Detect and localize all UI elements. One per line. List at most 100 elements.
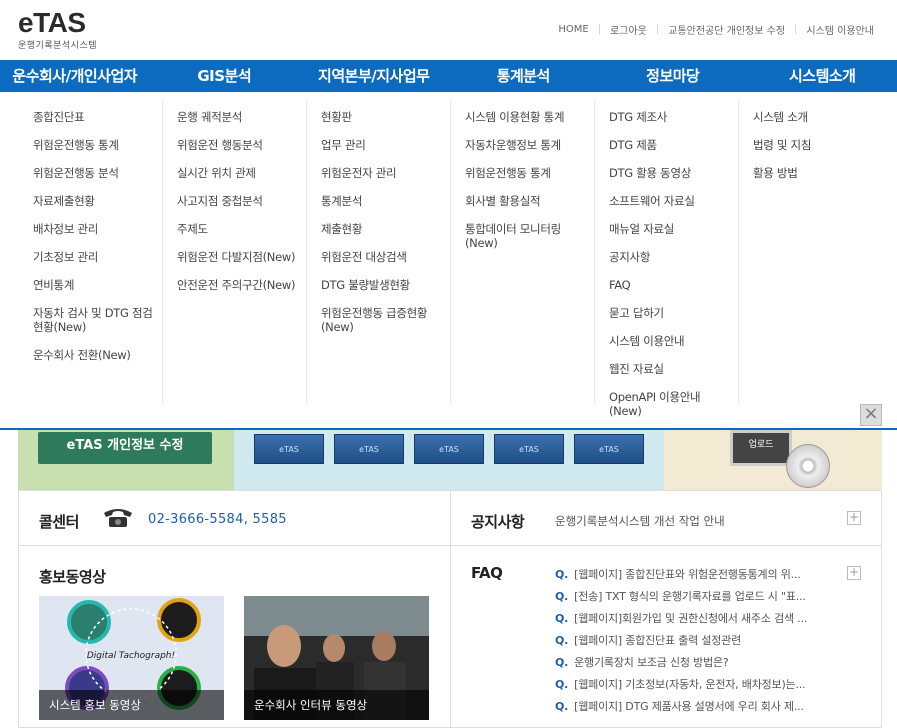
column-divider [594, 102, 595, 402]
menu-item[interactable]: 사고지점 중첩분석 [177, 194, 321, 208]
menu-item[interactable]: 위험운전 다발지점(New) [177, 250, 321, 264]
edit-profile-link[interactable]: 교통안전공단 개인정보 수정 [659, 22, 794, 37]
menu-item[interactable]: 제출현황 [321, 222, 465, 236]
video-thumbnail[interactable]: Digital Tachograph! 시스템 홍보 동영상 [39, 596, 224, 720]
nav-gis-analysis[interactable]: GIS분석 [150, 60, 300, 92]
menu-item[interactable]: 시스템 이용현황 통계 [465, 110, 609, 124]
nav-transport-company[interactable]: 운수회사/개인사업자 [0, 60, 150, 92]
promo-title: 홍보동영상 [39, 568, 106, 586]
column-divider [306, 102, 307, 402]
menu-item[interactable]: FAQ [609, 278, 753, 292]
edit-personal-info-button[interactable]: eTAS 개인정보 수정 [38, 432, 212, 464]
faq-title: FAQ [471, 564, 503, 582]
faq-item[interactable]: Q. [웹페이지] 종합진단표 출력 설정관련 [555, 634, 845, 648]
menu-item[interactable]: 회사별 활용실적 [465, 194, 609, 208]
cd-icon [786, 444, 830, 488]
menu-item[interactable]: 시스템 이용안내 [609, 334, 753, 348]
system-guide-link[interactable]: 시스템 이용안내 [797, 22, 883, 37]
q-icon: Q. [555, 612, 569, 625]
menu-item[interactable]: 묻고 답하기 [609, 306, 753, 320]
faq-item[interactable]: Q. [웹페이지] 종합진단표와 위험운전행동통계의 위... [555, 568, 845, 582]
menu-item[interactable]: 실시간 위치 관제 [177, 166, 321, 180]
menu-item[interactable]: 공지사항 [609, 250, 753, 264]
menu-item[interactable]: 법령 및 지침 [753, 138, 897, 152]
menu-item[interactable]: 현황판 [321, 110, 465, 124]
menu-item[interactable]: 매뉴얼 자료실 [609, 222, 753, 236]
faq-item[interactable]: Q. [웹페이지] DTG 제품사용 설명서에 우리 회사 제... [555, 700, 845, 714]
faq-item[interactable]: Q. [전송] TXT 형식의 운행기록자료를 업로드 시 "표... [555, 590, 845, 604]
menu-column-5: DTG 제조사 DTG 제품 DTG 활용 동영상 소프트웨어 자료실 매뉴얼 … [609, 110, 753, 432]
menu-item[interactable]: 운행 궤적분석 [177, 110, 321, 124]
plus-icon: + [848, 510, 860, 524]
q-icon: Q. [555, 568, 569, 581]
menu-item[interactable]: 자동차 검사 및 DTG 점검현황(New) [33, 306, 158, 334]
faq-more-button[interactable]: + [847, 566, 861, 580]
menu-item[interactable]: 위험운전행동 급증현황(New) [321, 306, 446, 334]
notice-more-button[interactable]: + [847, 511, 861, 525]
menu-column-1: 종합진단표 위험운전행동 통계 위험운전행동 분석 자료제출현황 배차정보 관리… [33, 110, 177, 376]
menu-item[interactable]: 위험운전 대상검색 [321, 250, 465, 264]
menu-item[interactable]: 종합진단표 [33, 110, 177, 124]
banner: eTAS 개인정보 수정 eTAS eTAS eTAS eTAS eTAS 업로… [18, 430, 882, 490]
nav-statistics[interactable]: 통계분석 [449, 60, 599, 92]
monitor-icon: 업로드 [730, 430, 792, 466]
logo[interactable]: eTAS 운행기록분석시스템 [18, 8, 98, 52]
banner-right[interactable]: 업로드 [664, 430, 882, 490]
menu-column-6: 시스템 소개 법령 및 지침 활용 방법 [753, 110, 897, 194]
etas-tile: eTAS [574, 434, 644, 464]
home-link[interactable]: HOME [549, 24, 597, 35]
menu-item[interactable]: 통계분석 [321, 194, 465, 208]
menu-item[interactable]: 운수회사 전환(New) [33, 348, 177, 362]
faq-list: Q. [웹페이지] 종합진단표와 위험운전행동통계의 위... Q. [전송] TX… [555, 568, 845, 722]
menu-item[interactable]: DTG 활용 동영상 [609, 166, 753, 180]
nav-system-intro[interactable]: 시스템소개 [748, 60, 897, 92]
notice-title: 공지사항 [471, 513, 525, 531]
menu-item[interactable]: 자료제출현황 [33, 194, 177, 208]
menu-item[interactable]: 위험운전행동 분석 [33, 166, 177, 180]
menu-item[interactable]: 안전운전 주의구간(New) [177, 278, 321, 292]
menu-column-2: 운행 궤적분석 위험운전 행동분석 실시간 위치 관제 사고지점 중첩분석 주제… [177, 110, 321, 306]
faq-item[interactable]: Q. [웹페이지] 기초정보(자동차, 운전자, 배차정보)는... [555, 678, 845, 692]
q-icon: Q. [555, 656, 569, 669]
faq-item[interactable]: Q. [웹페이지]회원가입 및 권한신청에서 새주소 검색 ... [555, 612, 845, 626]
menu-item[interactable]: 통합데이터 모니터링(New) [465, 222, 575, 250]
menu-item[interactable]: 위험운전행동 통계 [33, 138, 177, 152]
menu-item[interactable]: 업무 관리 [321, 138, 465, 152]
logo-subtitle: 운행기록분석시스템 [18, 41, 98, 51]
etas-tile: eTAS [334, 434, 404, 464]
menu-item[interactable]: 기초정보 관리 [33, 250, 177, 264]
notice-latest[interactable]: 운행기록분석시스템 개선 작업 안내 [555, 513, 725, 529]
menu-item[interactable]: 연비통계 [33, 278, 177, 292]
menu-item[interactable]: 위험운전 행동분석 [177, 138, 321, 152]
menu-item[interactable]: 배차정보 관리 [33, 222, 177, 236]
menu-item[interactable]: 시스템 소개 [753, 110, 897, 124]
call-center-box: 콜센터 02-3666-5584, 5585 [18, 490, 450, 546]
menu-item[interactable]: 주제도 [177, 222, 321, 236]
menu-item[interactable]: 활용 방법 [753, 166, 897, 180]
menu-item[interactable]: 웹진 자료실 [609, 362, 753, 376]
promo-video-box: 홍보동영상 Digital Tachograph! 시스템 홍보 동영상 운수회… [18, 546, 450, 728]
menu-item[interactable]: 자동차운행정보 통계 [465, 138, 609, 152]
menu-item[interactable]: DTG 불량발생현황 [321, 278, 465, 292]
video-thumbnail[interactable]: 운수회사 인터뷰 동영상 [244, 596, 429, 720]
menu-item[interactable]: 위험운전행동 통계 [465, 166, 609, 180]
menu-item[interactable]: DTG 제조사 [609, 110, 753, 124]
menu-item[interactable]: DTG 제품 [609, 138, 753, 152]
video-overlay-text: Digital Tachograph! [87, 651, 175, 661]
close-menu-button[interactable]: × [860, 404, 882, 426]
menu-item[interactable]: 위험운전자 관리 [321, 166, 465, 180]
nav-regional-office[interactable]: 지역본부/지사업무 [299, 60, 449, 92]
header: eTAS 운행기록분석시스템 HOME | 로그아웃 | 교통안전공단 개인정보… [0, 0, 897, 60]
q-icon: Q. [555, 678, 569, 691]
nav-info[interactable]: 정보마당 [598, 60, 748, 92]
menu-item[interactable]: 소프트웨어 자료실 [609, 194, 753, 208]
faq-item[interactable]: Q. 운행기록장치 보조금 신청 방법은? [555, 656, 845, 670]
video-caption: 시스템 홍보 동영상 [39, 690, 224, 720]
menu-item[interactable]: OpenAPI 이용안내(New) [609, 390, 719, 418]
q-icon: Q. [555, 634, 569, 647]
q-icon: Q. [555, 700, 569, 713]
faq-question: [웹페이지] 종합진단표 출력 설정관련 [574, 634, 742, 647]
plus-icon: + [848, 565, 860, 579]
logout-link[interactable]: 로그아웃 [601, 22, 656, 37]
banner-left: eTAS 개인정보 수정 [18, 430, 234, 490]
